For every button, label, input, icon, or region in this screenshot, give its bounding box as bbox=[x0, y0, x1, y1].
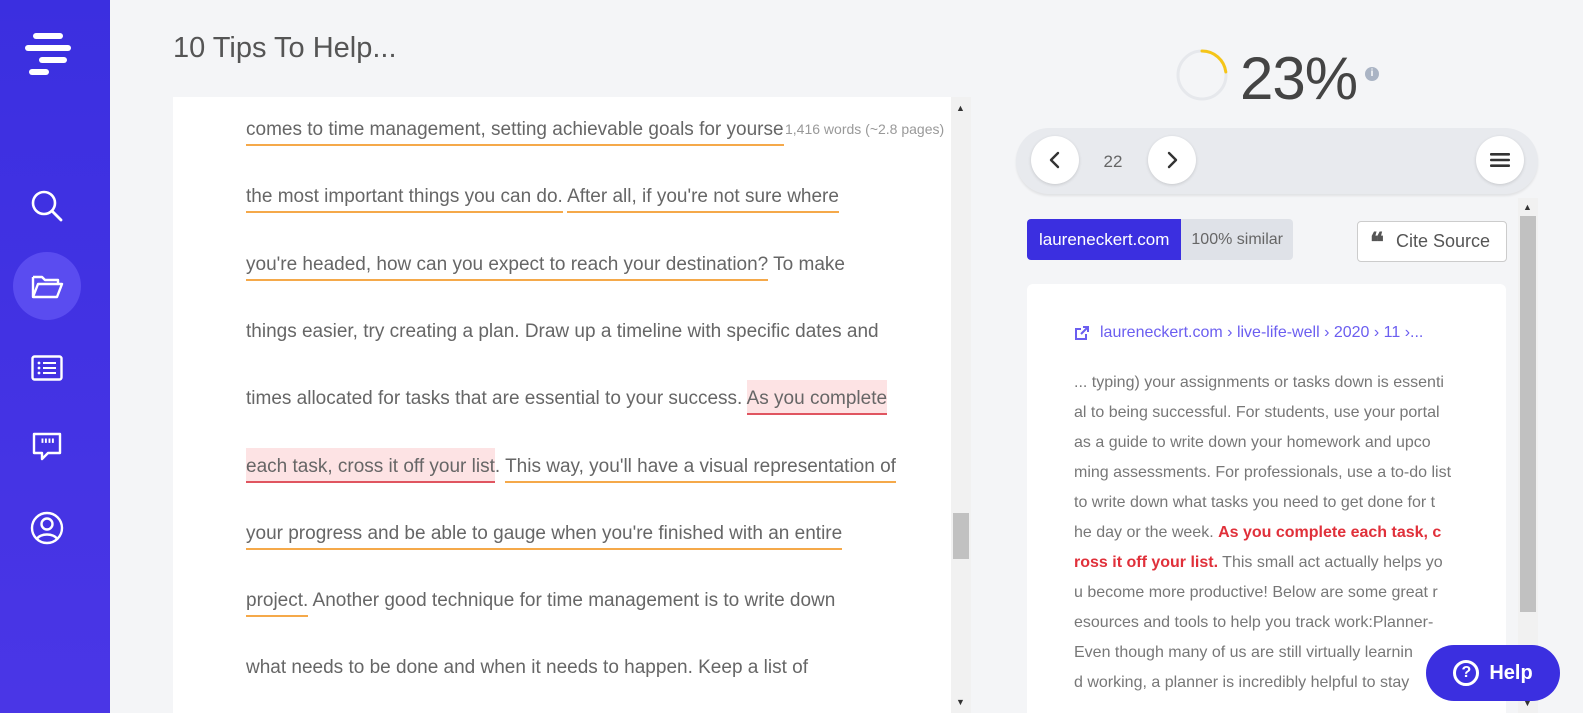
excerpt-line: to write down what tasks you need to get… bbox=[1074, 488, 1459, 518]
editor-line[interactable]: what needs to be done and when it needs … bbox=[246, 653, 808, 683]
nav-documents[interactable] bbox=[13, 252, 81, 320]
sidebar: " " bbox=[0, 0, 110, 713]
source-scrollbar[interactable]: ▲ ▼ bbox=[1518, 198, 1538, 713]
similar-match-text[interactable]: your progress and be able to gauge when … bbox=[246, 522, 843, 550]
matched-text: As you complete each task, c bbox=[1218, 524, 1442, 541]
plain-text: Another good technique for time manageme… bbox=[308, 590, 836, 612]
excerpt-text: as a guide to write down your homework a… bbox=[1074, 434, 1431, 451]
editor-line[interactable]: you're headed, how can you expect to rea… bbox=[246, 250, 845, 281]
matched-text: ross it off your list. bbox=[1074, 554, 1219, 571]
hamburger-menu-icon bbox=[1490, 153, 1510, 167]
editor-line[interactable]: project. Another good technique for time… bbox=[246, 586, 836, 618]
nav-list[interactable] bbox=[13, 334, 81, 402]
excerpt-line: al to being successful. For students, us… bbox=[1074, 398, 1459, 428]
excerpt-text: Even though many of us are still virtual… bbox=[1074, 644, 1413, 661]
source-url-text: laureneckert.com › live-life-well › 2020… bbox=[1100, 324, 1424, 341]
excerpt-text: u become more productive! Below are some… bbox=[1074, 584, 1438, 601]
excerpt-text: d working, a planner is incredibly helpf… bbox=[1074, 674, 1410, 691]
scroll-up-arrow-icon[interactable]: ▲ bbox=[956, 103, 965, 113]
external-link-icon bbox=[1075, 326, 1089, 340]
menu-button[interactable] bbox=[1476, 136, 1524, 184]
scroll-up-arrow-icon[interactable]: ▲ bbox=[1523, 202, 1532, 212]
user-circle-icon bbox=[30, 511, 64, 545]
svg-text:": " bbox=[47, 435, 55, 454]
next-match-button[interactable] bbox=[1148, 136, 1196, 184]
cite-source-label: Cite Source bbox=[1396, 231, 1491, 251]
quote-icon: ❝ bbox=[1370, 227, 1384, 258]
exact-match-text[interactable]: each task, cross it off your list bbox=[246, 447, 495, 483]
excerpt-line: as a guide to write down your homework a… bbox=[1074, 428, 1459, 458]
plain-text: things easier, try creating a plan. Draw… bbox=[246, 320, 879, 342]
excerpt-text: al to being successful. For students, us… bbox=[1074, 404, 1440, 421]
scroll-down-arrow-icon[interactable]: ▼ bbox=[956, 697, 965, 707]
source-tag: laureneckert.com 100% similar bbox=[1027, 219, 1293, 260]
list-icon bbox=[31, 355, 63, 381]
nav-account[interactable] bbox=[13, 494, 81, 562]
exact-match-text[interactable]: As you complete bbox=[746, 380, 888, 416]
source-excerpt: ... typing) your assignments or tasks do… bbox=[1074, 368, 1459, 698]
editor-line[interactable]: comes to time management, setting achiev… bbox=[246, 115, 784, 146]
excerpt-line: he day or the week. As you complete each… bbox=[1074, 518, 1459, 548]
excerpt-text: to write down what tasks you need to get… bbox=[1074, 494, 1436, 511]
excerpt-line: d working, a planner is incredibly helpf… bbox=[1074, 668, 1459, 698]
score-ring bbox=[1176, 49, 1228, 101]
editor-line[interactable]: each task, cross it off your list. This … bbox=[246, 447, 896, 483]
folder-open-icon bbox=[31, 275, 64, 299]
plain-text: times allocated for tasks that are essen… bbox=[246, 388, 747, 410]
nav-search[interactable] bbox=[13, 172, 81, 240]
cite-source-button[interactable]: ❝ Cite Source bbox=[1357, 221, 1507, 262]
similar-match-text[interactable]: project. bbox=[246, 590, 309, 618]
info-icon[interactable]: i bbox=[1365, 67, 1379, 81]
similar-match-text[interactable]: comes to time management, setting achiev… bbox=[246, 119, 784, 146]
question-icon: ? bbox=[1453, 660, 1480, 686]
excerpt-text: he day or the week. bbox=[1074, 524, 1219, 541]
excerpt-text: ming assessments. For professionals, use… bbox=[1074, 464, 1452, 481]
editor-scroll-thumb[interactable] bbox=[953, 513, 969, 559]
excerpt-text: ... typing) your assignments or tasks do… bbox=[1074, 374, 1444, 391]
excerpt-text: This small act actually helps yo bbox=[1218, 554, 1443, 571]
chevron-left-icon bbox=[1049, 151, 1060, 169]
editor-line[interactable]: your progress and be able to gauge when … bbox=[246, 519, 843, 550]
excerpt-line: u become more productive! Below are some… bbox=[1074, 578, 1459, 608]
source-url-link[interactable]: laureneckert.com › live-life-well › 2020… bbox=[1074, 324, 1423, 342]
nav-citations[interactable]: " " bbox=[13, 413, 81, 481]
document-editor[interactable]: comes to time management, setting achiev… bbox=[173, 97, 959, 713]
plagiarism-score: 23% bbox=[1240, 45, 1358, 112]
word-count: 1,416 words (~2.8 pages) bbox=[783, 121, 945, 137]
source-card: laureneckert.com › live-life-well › 2020… bbox=[1027, 284, 1506, 713]
editor-line[interactable]: things easier, try creating a plan. Draw… bbox=[246, 317, 879, 347]
quote-bubble-icon: " " bbox=[32, 432, 62, 461]
similar-match-text[interactable]: This way, you'll have a visual represent… bbox=[505, 455, 896, 483]
editor-line[interactable]: times allocated for tasks that are essen… bbox=[246, 380, 888, 416]
app-logo[interactable] bbox=[25, 33, 71, 75]
source-scroll-thumb[interactable] bbox=[1520, 216, 1536, 612]
chevron-right-icon bbox=[1167, 151, 1178, 169]
similarity-badge: 100% similar bbox=[1181, 219, 1293, 260]
prev-match-button[interactable] bbox=[1031, 136, 1079, 184]
excerpt-line: esources and tools to help you track wor… bbox=[1074, 608, 1459, 638]
source-domain[interactable]: laureneckert.com bbox=[1027, 219, 1182, 260]
excerpt-line: Even though many of us are still virtual… bbox=[1074, 638, 1459, 668]
match-pager bbox=[1016, 128, 1538, 194]
score-ring-arc bbox=[1200, 49, 1228, 74]
plain-text: what needs to be done and when it needs … bbox=[246, 657, 808, 679]
editor-scrollbar[interactable]: ▲ ▼ bbox=[951, 97, 971, 713]
similar-match-text[interactable]: the most important things you can do. bbox=[246, 186, 563, 214]
excerpt-line: ming assessments. For professionals, use… bbox=[1074, 458, 1459, 488]
plain-text: . bbox=[494, 455, 506, 477]
search-icon bbox=[31, 190, 63, 222]
document-title[interactable]: 10 Tips To Help... bbox=[173, 32, 397, 65]
editor-line[interactable]: the most important things you can do. Af… bbox=[246, 182, 839, 214]
help-label: Help bbox=[1489, 661, 1533, 684]
similar-match-text[interactable]: After all, if you're not sure where bbox=[567, 186, 839, 214]
excerpt-line: ross it off your list. This small act ac… bbox=[1074, 548, 1459, 578]
similar-match-text[interactable]: you're headed, how can you expect to rea… bbox=[246, 253, 769, 281]
excerpt-line: ... typing) your assignments or tasks do… bbox=[1074, 368, 1459, 398]
plain-text: To make bbox=[768, 253, 845, 275]
help-button[interactable]: ? Help bbox=[1426, 645, 1560, 701]
excerpt-text: esources and tools to help you track wor… bbox=[1074, 614, 1434, 631]
match-page-number: 22 bbox=[1103, 152, 1123, 171]
